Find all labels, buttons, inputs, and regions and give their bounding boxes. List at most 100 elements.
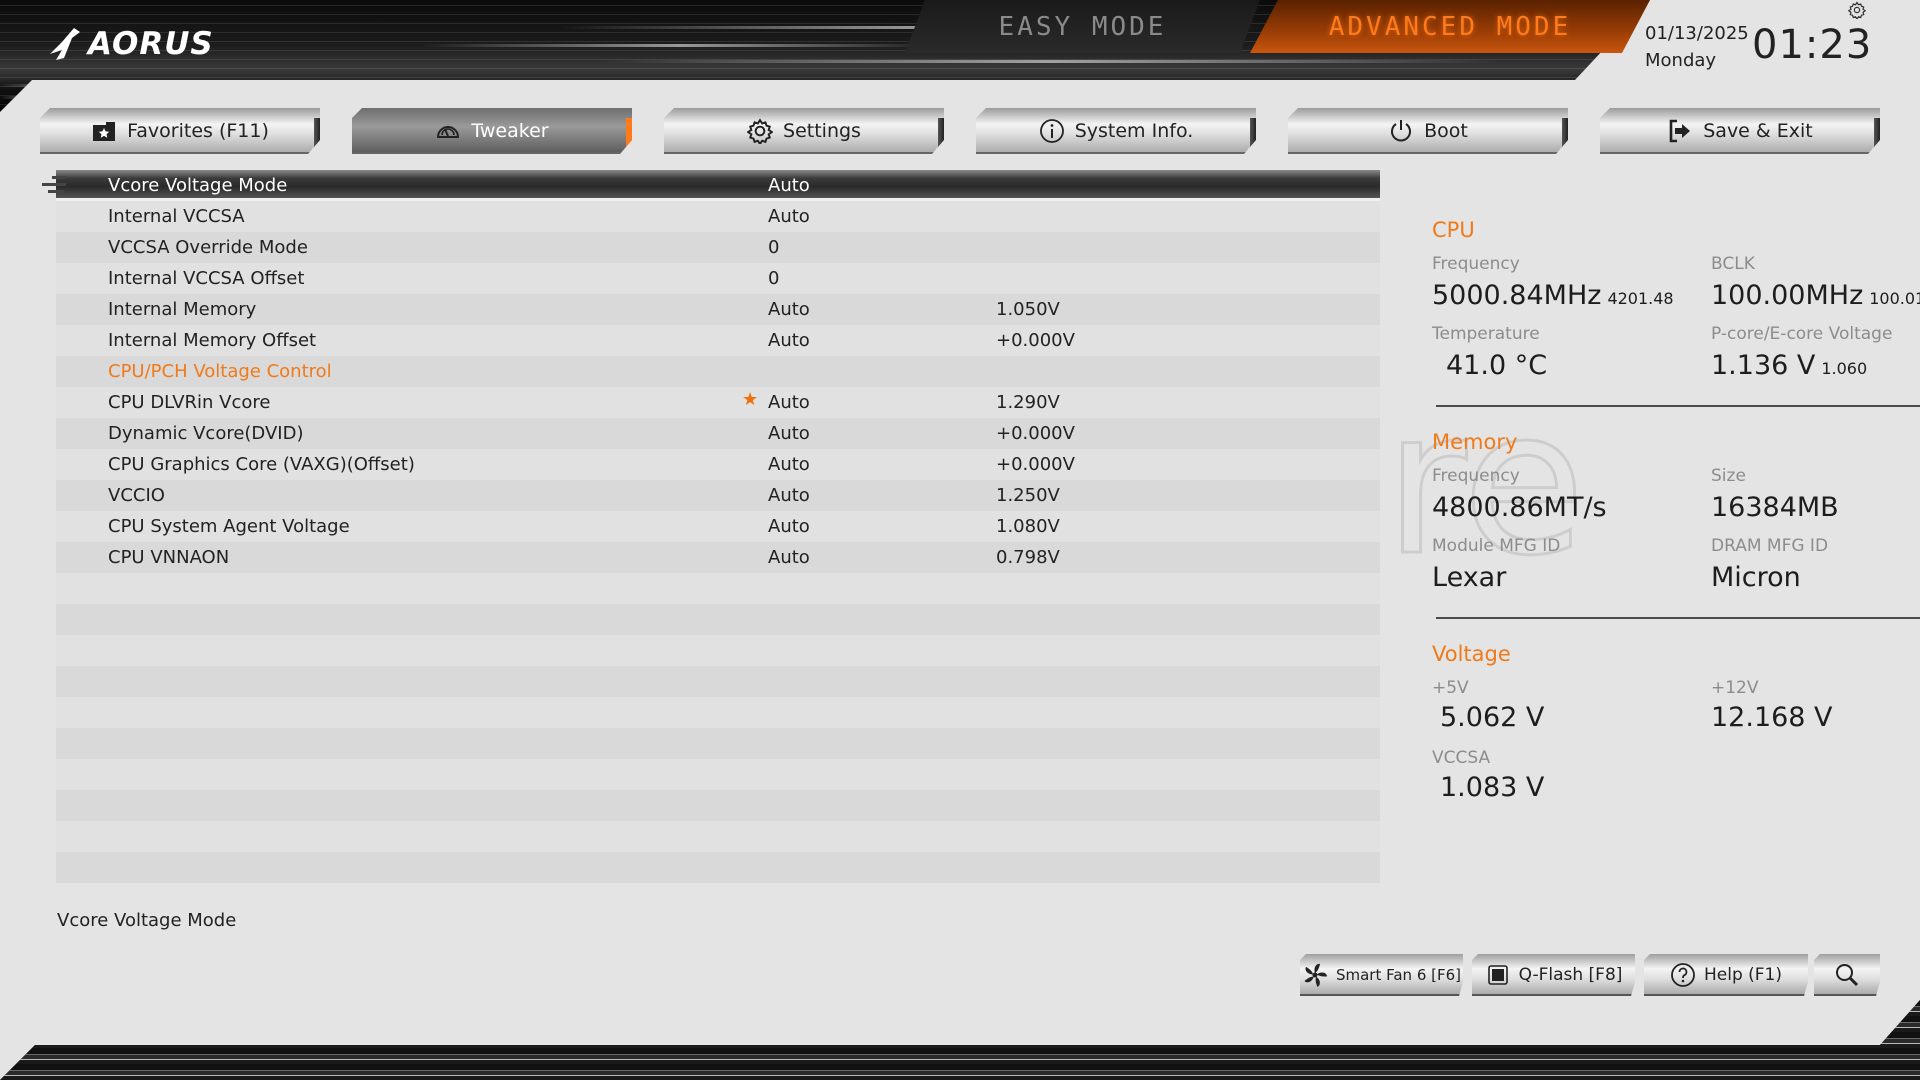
setting-value[interactable]: Auto — [768, 299, 810, 320]
setting-value[interactable]: Auto — [768, 392, 810, 413]
setting-current-reading: +0.000V — [996, 454, 1075, 475]
v12-label: +12V — [1711, 678, 1759, 698]
setting-value[interactable]: Auto — [768, 206, 810, 227]
empty-row — [56, 821, 1380, 852]
setting-name: CPU DLVRin Vcore — [108, 392, 271, 413]
setting-value[interactable]: Auto — [768, 175, 810, 196]
setting-name: VCCSA Override Mode — [108, 237, 308, 258]
empty-row — [56, 790, 1380, 821]
empty-row — [56, 852, 1380, 883]
tab-tweaker[interactable]: Tweaker — [352, 108, 632, 154]
button-label: Help (F1) — [1703, 965, 1783, 985]
voltage-section-title: Voltage — [1432, 642, 1511, 666]
brand-name: AORUS — [88, 26, 214, 62]
tab-label: Boot — [1424, 120, 1468, 142]
cpu-frequency-sub: 4201.48 — [1607, 289, 1674, 308]
tab-label: System Info. — [1074, 120, 1194, 142]
settings-row[interactable]: Internal Memory Auto 1.050V — [56, 294, 1380, 325]
tab-label: Tweaker — [471, 120, 549, 142]
settings-row[interactable]: CPU Graphics Core (VAXG)(Offset) Auto +0.0… — [56, 449, 1380, 480]
favorite-star-icon[interactable]: ★ — [742, 389, 758, 410]
setting-current-reading: +0.000V — [996, 330, 1075, 351]
v5-label: +5V — [1432, 678, 1469, 698]
tab-label: Settings — [783, 120, 861, 142]
cpu-memory-divider — [1436, 405, 1920, 407]
empty-row — [56, 666, 1380, 697]
tab-boot[interactable]: Boot — [1288, 108, 1568, 154]
setting-name: Vcore Voltage Mode — [108, 175, 288, 196]
dram-mfg-label: DRAM MFG ID — [1711, 536, 1829, 556]
tab-label: Favorites (F11) — [127, 120, 269, 142]
setting-value[interactable]: Auto — [768, 454, 810, 475]
vccsa-value: 1.083 V — [1440, 772, 1545, 803]
core-voltage-value: 1.136 V 1.060 — [1711, 350, 1867, 381]
settings-row[interactable]: Vcore Voltage Mode Auto — [42, 170, 1380, 201]
settings-row[interactable]: Internal VCCSA Auto — [56, 201, 1380, 232]
setting-current-reading: 0.798V — [996, 547, 1060, 568]
setting-value[interactable]: Auto — [768, 547, 810, 568]
setting-name: Internal Memory Offset — [108, 330, 317, 351]
settings-row[interactable]: VCCSA Override Mode 0 — [56, 232, 1380, 263]
power-icon — [1388, 118, 1414, 144]
date-block: 01/13/2025 Monday — [1645, 20, 1749, 74]
help-icon — [1670, 962, 1696, 988]
cpu-frequency: 5000.84MHz — [1432, 280, 1602, 311]
setting-current-reading: 1.290V — [996, 392, 1060, 413]
item-help-text: Vcore Voltage Mode — [57, 910, 237, 931]
dram-mfg-value: Micron — [1711, 562, 1801, 593]
aorus-logo: AORUS — [44, 24, 214, 64]
fan-icon — [1302, 962, 1328, 988]
memory-frequency-label: Frequency — [1432, 466, 1520, 486]
day-text: Monday — [1645, 50, 1717, 71]
settings-row[interactable]: VCCIO Auto 1.250V — [56, 480, 1380, 511]
smart-fan-button[interactable]: Smart Fan 6 [F6] — [1300, 954, 1463, 996]
chip-icon — [1485, 962, 1511, 988]
search-button[interactable] — [1814, 954, 1880, 996]
setting-value[interactable]: Auto — [768, 423, 810, 444]
easy-mode-label: EASY MODE — [998, 11, 1167, 42]
setting-value[interactable]: 0 — [768, 268, 779, 289]
tab-favorites[interactable]: Favorites (F11) — [40, 108, 320, 154]
settings-row[interactable]: Dynamic Vcore(DVID) Auto +0.000V — [56, 418, 1380, 449]
settings-row[interactable]: CPU VNNAON Auto 0.798V — [56, 542, 1380, 573]
cpu-frequency-value: 5000.84MHz 4201.48 — [1432, 280, 1674, 311]
memory-frequency-value: 4800.86MT/s — [1432, 492, 1607, 523]
memory-section-title: Memory — [1432, 430, 1518, 454]
settings-row[interactable]: Internal VCCSA Offset 0 — [56, 263, 1380, 294]
memory-size-value: 16384MB — [1711, 492, 1839, 523]
setting-value[interactable]: Auto — [768, 485, 810, 506]
setting-value[interactable]: Auto — [768, 330, 810, 351]
core-voltage-sub: 1.060 — [1821, 359, 1868, 378]
settings-row[interactable]: CPU DLVRin Vcore ★ Auto 1.290V — [56, 387, 1380, 418]
settings-section-header[interactable]: CPU/PCH Voltage Control — [56, 356, 1380, 387]
setting-name: Dynamic Vcore(DVID) — [108, 423, 304, 444]
advanced-mode-button[interactable]: ADVANCED MODE — [1250, 0, 1650, 53]
v5-value: 5.062 V — [1440, 702, 1545, 733]
cpu-temperature-value: 41.0 °C — [1446, 350, 1548, 381]
settings-row[interactable]: CPU System Agent Voltage Auto 1.080V — [56, 511, 1380, 542]
gear-icon[interactable] — [1848, 1, 1866, 19]
vccsa-label: VCCSA — [1432, 748, 1491, 768]
tab-save-exit[interactable]: Save & Exit — [1600, 108, 1880, 154]
setting-value[interactable]: 0 — [768, 237, 779, 258]
easy-mode-button[interactable]: EASY MODE — [905, 0, 1260, 53]
setting-name: CPU Graphics Core (VAXG)(Offset) — [108, 454, 415, 475]
favorites-folder-icon — [91, 118, 117, 144]
settings-table: Vcore Voltage Mode Auto Internal VCCSA Auto… — [42, 170, 1380, 883]
setting-current-reading: 1.080V — [996, 516, 1060, 537]
tab-settings[interactable]: Settings — [664, 108, 944, 154]
exit-icon — [1667, 118, 1693, 144]
setting-value[interactable]: Auto — [768, 516, 810, 537]
date-text: 01/13/2025 — [1645, 23, 1749, 44]
setting-current-reading: 1.250V — [996, 485, 1060, 506]
setting-name: CPU/PCH Voltage Control — [108, 361, 332, 382]
setting-current-reading: 1.050V — [996, 299, 1060, 320]
help-button[interactable]: Help (F1) — [1644, 954, 1808, 996]
bclk: 100.00MHz — [1711, 280, 1864, 311]
q-flash-button[interactable]: Q-Flash [F8] — [1472, 954, 1635, 996]
setting-current-reading: +0.000V — [996, 423, 1075, 444]
tab-system-info[interactable]: System Info. — [976, 108, 1256, 154]
tab-label: Save & Exit — [1703, 120, 1813, 142]
selection-marker-right — [1346, 176, 1380, 196]
settings-row[interactable]: Internal Memory Offset Auto +0.000V — [56, 325, 1380, 356]
